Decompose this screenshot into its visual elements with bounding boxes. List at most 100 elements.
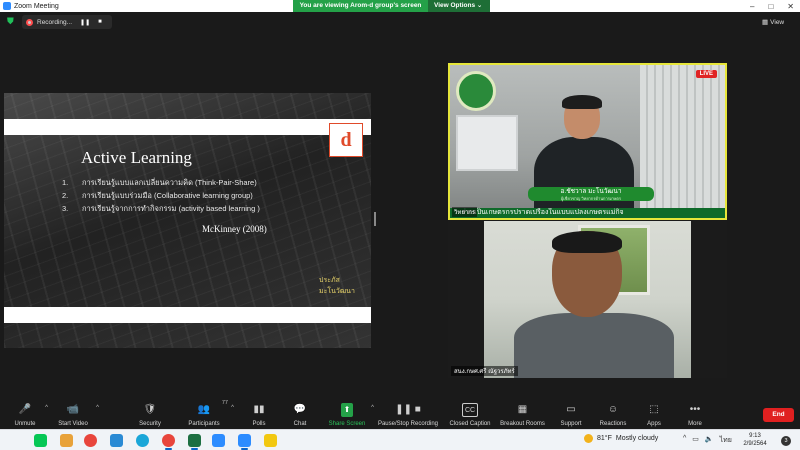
participants-options-caret[interactable]: ^ xyxy=(231,405,234,411)
view-button[interactable]: ▦ View xyxy=(762,15,794,29)
apps-label: Apps xyxy=(647,421,661,427)
slide-item-number: 2. xyxy=(62,191,69,200)
pause-recording-button[interactable]: ❚❚ xyxy=(80,19,90,26)
slide-logo: d xyxy=(329,123,363,157)
share-banner-message: You are viewing Arom-d group's screen xyxy=(293,0,428,12)
encryption-shield-icon[interactable]: ⛊ xyxy=(7,16,16,26)
apps-icon: ⬚ xyxy=(649,404,659,415)
line-app-icon[interactable] xyxy=(34,434,47,447)
meeting-controls-toolbar: 🎤 ^ Unmute 📹 ^ Start Video 🛡 Security 👥 … xyxy=(0,397,800,429)
participant-person xyxy=(508,231,678,378)
zoom2-app-icon[interactable] xyxy=(238,434,251,450)
unmute-button[interactable]: 🎤 ^ Unmute xyxy=(10,397,48,429)
participants-icon: 👥 xyxy=(197,404,211,415)
slide-logo-letter: d xyxy=(340,128,352,151)
apps-button[interactable]: ⬚ Apps xyxy=(643,397,665,429)
participant-video-tile-speaker[interactable]: LIVE อ.ชัชวาล มะโนวัฒนา ผู้เชี่ยวชาญ วิท… xyxy=(448,63,727,220)
slide-title: Active Learning xyxy=(81,148,192,167)
reactions-label: Reactions xyxy=(599,421,627,427)
breakout-icon: ▦ xyxy=(517,404,528,415)
participant-hair xyxy=(552,231,622,253)
recording-dot-icon xyxy=(26,18,33,26)
edge-browser-icon[interactable] xyxy=(136,434,149,447)
participant-video-tile[interactable]: สนง.กษศ.ศรี ณัฐวรภัทร์ xyxy=(448,221,727,378)
audio-options-caret[interactable]: ^ xyxy=(45,405,48,411)
recording-label: Recording... xyxy=(37,18,73,26)
grid-icon: ▦ xyxy=(762,19,769,26)
stop-recording-button[interactable]: ■ xyxy=(98,19,102,25)
powerbi-app-icon[interactable] xyxy=(264,434,277,447)
chrome2-app-icon[interactable] xyxy=(162,434,175,450)
pause-recording-icon: ❚❚ ■ xyxy=(395,404,421,415)
reactions-icon: ☺ xyxy=(607,404,619,415)
system-tray: ^ ▭ 🔈 ไทย xyxy=(683,435,732,446)
polls-button[interactable]: ▮▮ Polls xyxy=(246,397,272,429)
lower-third-subtitle: ผู้เชี่ยวชาญ วิทยากรด้านการเกษตร xyxy=(560,196,622,201)
window-controls: – □ ✕ xyxy=(750,0,794,12)
weather-sun-icon xyxy=(584,434,593,443)
reactions-button[interactable]: ☺ Reactions xyxy=(598,397,628,429)
closed-caption-button[interactable]: CC Closed Caption xyxy=(449,397,491,429)
slide-list-item: 2. การเรียนรู้แบบร่วมมือ (Collaborative l… xyxy=(62,189,260,202)
news-ticker: ร่วมเป็นเกษตรกรปราดเปรื่องในแบบแปลงเกษตร… xyxy=(450,208,725,218)
participant-name-label: สนง.กษศ.ศรี ณัฐวรภัทร์ xyxy=(451,366,518,376)
live-badge: LIVE xyxy=(695,70,717,78)
chat-button[interactable]: 💬 Chat xyxy=(287,397,313,429)
edge-app-icon[interactable] xyxy=(110,434,123,447)
more-icon: ••• xyxy=(689,404,701,415)
mic-muted-icon: 🎤 xyxy=(18,404,32,415)
slide-item-text: การเรียนรู้จากการทำกิจกรรม (activity bas… xyxy=(82,204,260,213)
zoom-app-icon[interactable] xyxy=(212,434,225,447)
volume-icon[interactable]: 🔈 xyxy=(705,435,714,446)
weather-temp: 81°F xyxy=(597,435,612,442)
video-feed xyxy=(484,221,691,378)
organization-seal-icon xyxy=(456,71,496,111)
start-video-button[interactable]: 📹 ^ Start Video xyxy=(55,397,99,429)
slide-brand: ประภัส มะโนวัฒนา xyxy=(319,277,355,295)
taskbar-clock[interactable]: 9:13 2/9/2564 xyxy=(738,432,772,448)
chat-icon: 💬 xyxy=(293,404,307,415)
share-screen-button[interactable]: ⬆ ^ Share Screen xyxy=(328,397,374,429)
slide-list-item: 1. การเรียนรู้แบบแลกเปลี่ยนความคิด (Think… xyxy=(62,176,260,189)
slide-item-number: 3. xyxy=(62,204,69,213)
pause-stop-recording-button[interactable]: ❚❚ ■ Pause/Stop Recording xyxy=(377,397,439,429)
tray-chevron-icon[interactable]: ^ xyxy=(683,435,686,446)
excel-app-icon[interactable] xyxy=(188,434,201,450)
split-view-handle[interactable] xyxy=(374,212,376,226)
speaker-hair xyxy=(562,95,602,109)
minimize-button[interactable]: – xyxy=(750,2,754,11)
support-icon: ▭ xyxy=(566,404,576,415)
weather-widget[interactable]: 81°F Mostly cloudy xyxy=(584,434,658,443)
view-button-label: View xyxy=(770,18,785,26)
weather-condition: Mostly cloudy xyxy=(615,435,659,442)
notification-badge[interactable]: 3 xyxy=(781,436,791,446)
polls-label: Polls xyxy=(252,421,266,427)
share-options-caret[interactable]: ^ xyxy=(371,405,374,411)
chrome-app-icon[interactable] xyxy=(84,434,97,447)
video-options-caret[interactable]: ^ xyxy=(96,405,99,411)
folder-app-icon[interactable] xyxy=(60,434,73,447)
meeting-top-strip xyxy=(0,12,800,32)
window-title: Zoom Meeting xyxy=(14,2,59,10)
slide-item-text: การเรียนรู้แบบแลกเปลี่ยนความคิด (Think-P… xyxy=(82,178,257,187)
participants-count: 77 xyxy=(221,400,228,406)
lower-third-caption: อ.ชัชวาล มะโนวัฒนา ผู้เชี่ยวชาญ วิทยากรด… xyxy=(528,187,654,201)
view-options-button[interactable]: View Options ⌄ xyxy=(428,0,490,12)
participants-button[interactable]: 👥 77 ^ Participants xyxy=(186,397,234,429)
slide-bottom-band xyxy=(4,307,371,323)
security-button[interactable]: 🛡 Security xyxy=(135,397,165,429)
windows-taskbar: 81°F Mostly cloudy ^ ▭ 🔈 ไทย 9:13 2/9/25… xyxy=(0,429,800,450)
clock-time: 9:13 xyxy=(749,433,761,439)
computer-monitor xyxy=(456,115,518,171)
slide-item-number: 1. xyxy=(62,178,69,187)
close-button[interactable]: ✕ xyxy=(787,2,794,11)
more-button[interactable]: ••• More xyxy=(684,397,706,429)
screen-share-banner: You are viewing Arom-d group's screen Vi… xyxy=(293,0,490,12)
slide-list-item: 3. การเรียนรู้จากการทำกิจกรรม (activity b… xyxy=(62,202,260,215)
end-meeting-button[interactable]: End xyxy=(763,408,794,422)
breakout-rooms-button[interactable]: ▦ Breakout Rooms xyxy=(500,397,545,429)
maximize-button[interactable]: □ xyxy=(768,2,773,11)
input-language[interactable]: ไทย xyxy=(720,435,732,446)
support-button[interactable]: ▭ Support xyxy=(558,397,584,429)
network-icon[interactable]: ▭ xyxy=(692,435,699,446)
